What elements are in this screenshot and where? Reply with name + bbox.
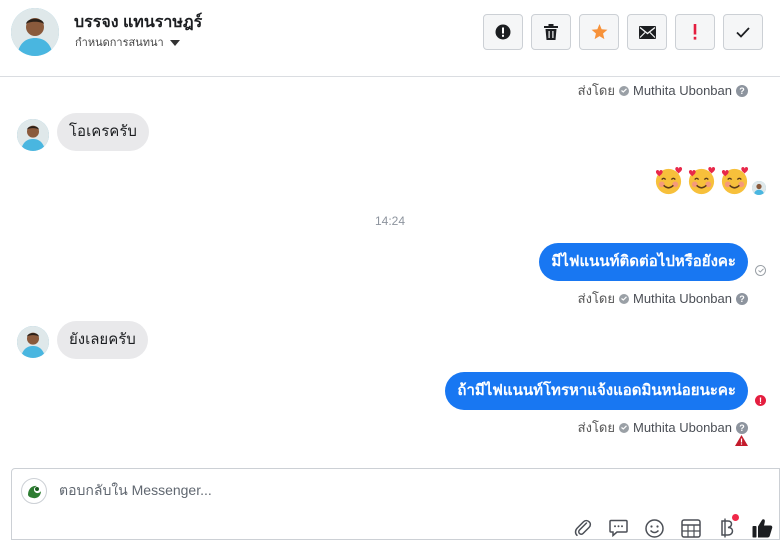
alert-circle-icon xyxy=(495,24,511,40)
page-logo xyxy=(21,478,47,504)
incoming-message[interactable]: ยังเลยครับ xyxy=(57,321,148,359)
assign-label: กำหนดการสนทนา xyxy=(75,37,164,49)
assign-conversation-dropdown[interactable]: กำหนดการสนทนา xyxy=(75,33,180,51)
help-icon[interactable]: ? xyxy=(736,421,748,434)
trash-icon xyxy=(544,24,558,40)
contact-avatar-small[interactable] xyxy=(17,119,49,151)
sender-name: Muthita Ubonban xyxy=(632,420,732,435)
contact-avatar-small[interactable] xyxy=(17,326,49,358)
check-icon xyxy=(736,26,750,38)
mark-unread-button[interactable] xyxy=(627,14,667,50)
follow-up-button[interactable] xyxy=(675,14,715,50)
send-error-icon[interactable]: ! xyxy=(755,395,766,406)
sender-name: Muthita Ubonban xyxy=(632,291,732,306)
attach-button[interactable] xyxy=(570,517,595,539)
contact-name: บรรจง แทนราษฎร์ xyxy=(74,14,203,31)
sender-name: Muthita Ubonban xyxy=(632,83,732,98)
envelope-icon xyxy=(638,25,656,39)
contact-avatar[interactable] xyxy=(11,8,59,56)
table-button[interactable] xyxy=(678,517,703,539)
verified-check-icon xyxy=(618,422,629,433)
baht-icon xyxy=(720,518,733,538)
seen-avatar xyxy=(752,181,766,195)
help-icon[interactable]: ? xyxy=(736,292,748,305)
emoji-button[interactable] xyxy=(642,517,667,539)
sent-by-label: ส่งโดย xyxy=(577,83,615,98)
outgoing-message[interactable]: ถ้ามีไฟแนนท์โทรหาแจ้งแอดมินหน่อยนะคะ xyxy=(445,372,748,410)
outgoing-message[interactable]: มีไฟแนนท์ติดต่อไปหรือยังคะ xyxy=(539,243,748,281)
star-icon xyxy=(591,24,607,40)
paperclip-icon xyxy=(574,519,591,537)
warning-triangle-icon[interactable] xyxy=(735,435,748,446)
star-button[interactable] xyxy=(579,14,619,50)
smiling-face-with-hearts-icon xyxy=(688,167,716,195)
smiley-icon xyxy=(645,518,664,538)
delivered-icon xyxy=(755,265,766,276)
payment-button[interactable] xyxy=(714,514,739,539)
reply-input[interactable] xyxy=(59,482,659,498)
incoming-message[interactable]: โอเครครับ xyxy=(57,113,149,151)
table-icon xyxy=(680,518,701,538)
smiling-face-with-hearts-icon xyxy=(655,167,683,195)
mark-done-button[interactable] xyxy=(723,14,763,50)
verified-check-icon xyxy=(618,85,629,96)
time-divider: 14:24 xyxy=(374,214,406,228)
verified-check-icon xyxy=(618,293,629,304)
header-actions xyxy=(483,14,763,50)
composer-tools xyxy=(570,514,775,539)
saved-replies-button[interactable] xyxy=(606,517,631,539)
reply-composer xyxy=(11,468,780,540)
sent-by-label: ส่งโดย xyxy=(577,420,615,435)
mark-spam-button[interactable] xyxy=(483,14,523,50)
thumbs-up-icon xyxy=(752,519,773,538)
like-button[interactable] xyxy=(750,517,775,539)
sent-by-label: ส่งโดย xyxy=(577,291,615,306)
exclamation-icon xyxy=(693,24,697,40)
caret-down-icon xyxy=(169,40,180,46)
help-icon[interactable]: ? xyxy=(736,84,748,97)
conversation-header: บรรจง แทนราษฎร์ กำหนดการสนทนา xyxy=(0,0,780,77)
sent-by-line: ส่งโดย Muthita Ubonban ? xyxy=(578,288,748,309)
sent-by-line: ส่งโดย Muthita Ubonban ? xyxy=(578,417,748,438)
smiling-face-with-hearts-icon xyxy=(721,167,749,195)
sent-by-line: ส่งโดย Muthita Ubonban ? xyxy=(578,80,748,101)
notification-dot xyxy=(732,514,739,521)
speech-bubble-icon xyxy=(609,519,628,537)
emoji-message[interactable] xyxy=(653,165,750,196)
delete-button[interactable] xyxy=(531,14,571,50)
